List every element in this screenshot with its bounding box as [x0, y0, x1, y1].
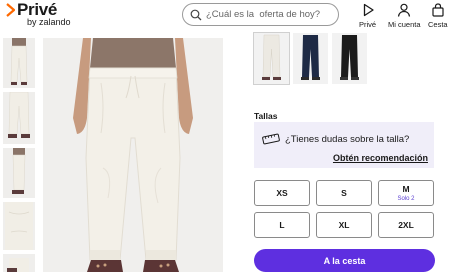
- logo-sub: by zalando: [27, 17, 71, 27]
- size-option-2xl[interactable]: 2XL: [378, 212, 434, 238]
- thumbnail-5[interactable]: [3, 254, 35, 272]
- bag-icon: [432, 3, 444, 17]
- swatch-image: [332, 33, 367, 84]
- ruler-icon: [262, 133, 280, 145]
- size-recommendation-link[interactable]: Obtén recomendación: [333, 153, 428, 163]
- search-bar[interactable]: [182, 3, 339, 26]
- nav-account[interactable]: Mi cuenta: [388, 3, 421, 29]
- thumbnail-2[interactable]: [3, 92, 35, 144]
- size-label: S: [341, 188, 347, 198]
- size-help-box: ¿Tienes dudas sobre la talla? Obtén reco…: [254, 122, 434, 168]
- logo-mark-icon: [6, 3, 15, 17]
- size-option-xl[interactable]: XL: [316, 212, 372, 238]
- size-option-s[interactable]: S: [316, 180, 372, 206]
- thumbnail-image: [3, 254, 35, 272]
- nav-cart[interactable]: Cesta: [428, 3, 448, 29]
- thumbnail-1[interactable]: [3, 38, 35, 88]
- product-photo: [43, 38, 223, 272]
- search-icon: [190, 9, 202, 20]
- search-input[interactable]: [206, 9, 334, 20]
- thumbnail-image: [3, 202, 35, 250]
- size-option-l[interactable]: L: [254, 212, 310, 238]
- thumbnail-image: [3, 92, 35, 144]
- size-label: 2XL: [398, 220, 414, 230]
- thumbnail-3[interactable]: [3, 148, 35, 198]
- swatch-image: [254, 33, 289, 84]
- user-icon: [398, 3, 411, 17]
- add-to-cart-button[interactable]: A la cesta: [254, 249, 435, 272]
- color-swatch-cream[interactable]: [253, 32, 290, 85]
- size-help-text: ¿Tienes dudas sobre la talla?: [285, 134, 410, 145]
- size-option-xs[interactable]: XS: [254, 180, 310, 206]
- thumbnail-image: [3, 148, 35, 198]
- nav-account-label: Mi cuenta: [388, 20, 421, 29]
- main-product-image[interactable]: [43, 38, 223, 272]
- color-swatch-black[interactable]: [332, 33, 367, 84]
- color-swatch-navy[interactable]: [293, 33, 328, 84]
- sizes-title: Tallas: [254, 111, 278, 121]
- size-label: XL: [338, 220, 350, 230]
- thumbnail-4[interactable]: [3, 202, 35, 250]
- nav-cart-label: Cesta: [428, 20, 448, 29]
- size-label: M: [402, 184, 410, 194]
- size-stock-note: Solo 2: [397, 196, 415, 202]
- logo-brand: Privé: [17, 0, 58, 19]
- nav-prive-label: Privé: [359, 20, 377, 29]
- header: Privé by zalando Privé Mi cuenta Cesta: [0, 0, 475, 32]
- privé-logo[interactable]: Privé by zalando: [6, 0, 71, 27]
- size-option-m[interactable]: M Solo 2: [378, 180, 434, 206]
- size-label: L: [279, 220, 285, 230]
- swatch-image: [293, 33, 328, 84]
- thumbnail-image: [3, 38, 35, 88]
- size-label: XS: [276, 188, 288, 198]
- play-triangle-icon: [363, 3, 374, 17]
- nav-prive[interactable]: Privé: [359, 3, 376, 29]
